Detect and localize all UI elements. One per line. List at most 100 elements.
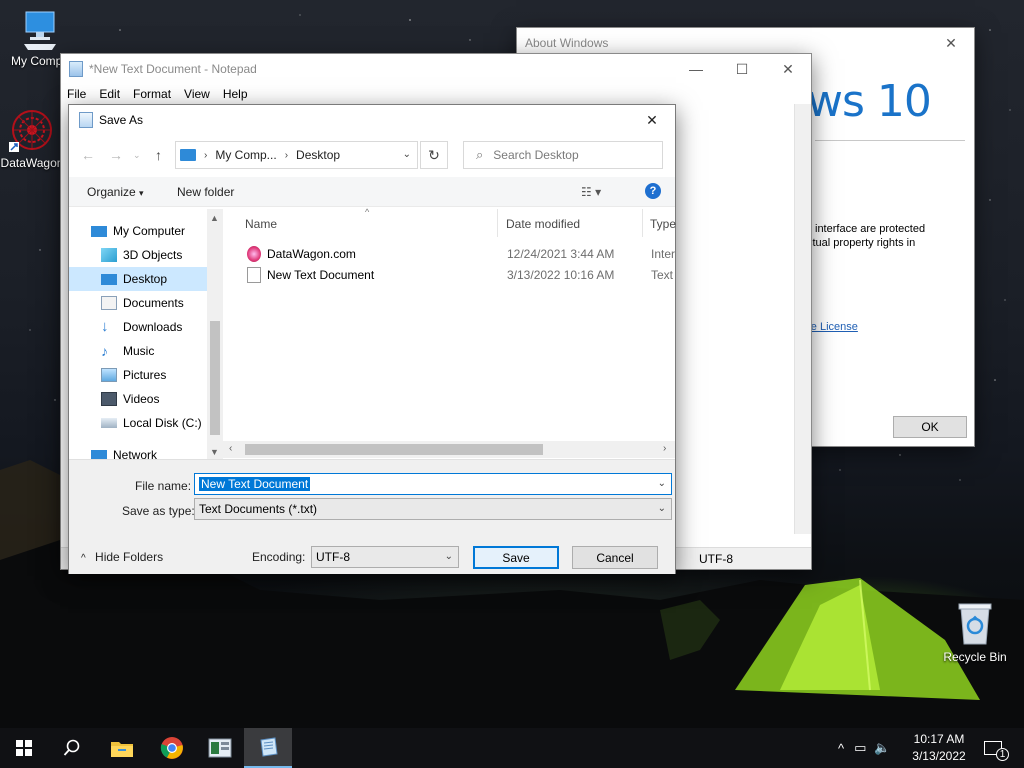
- notepad-taskbar-button[interactable]: [244, 728, 292, 768]
- chevron-down-icon[interactable]: ⌄: [658, 478, 666, 489]
- encoding-select[interactable]: UTF-8 ⌄: [311, 546, 459, 568]
- computer-icon: [24, 11, 56, 50]
- network-status-icon[interactable]: ▭: [854, 740, 866, 756]
- computer-icon: [91, 225, 107, 237]
- pictures-icon: [101, 368, 117, 382]
- back-arrow-icon[interactable]: ←: [81, 147, 95, 163]
- chrome-button[interactable]: [148, 728, 196, 768]
- column-header-date-modified[interactable]: Date modified: [506, 217, 580, 231]
- breadcrumb-desktop[interactable]: Desktop: [296, 148, 340, 162]
- menu-edit[interactable]: Edit: [99, 87, 120, 101]
- notification-center-button[interactable]: 1: [984, 728, 1015, 768]
- minimize-button[interactable]: —: [673, 54, 719, 84]
- nav-item-label: Documents: [123, 296, 184, 310]
- horizontal-scrollbar[interactable]: ‹ ›: [223, 441, 675, 458]
- nav-item-label: Music: [123, 344, 155, 358]
- new-folder-button[interactable]: New folder: [177, 185, 234, 199]
- encoding-value: UTF-8: [316, 550, 350, 564]
- desktop-folder-icon: [101, 273, 117, 285]
- chevron-down-icon: ▾: [139, 188, 144, 198]
- nav-item-3d-objects[interactable]: 3D Objects: [69, 243, 207, 267]
- start-button[interactable]: [0, 728, 48, 768]
- nav-scrollbar[interactable]: ▲ ▼: [207, 209, 223, 459]
- menu-help[interactable]: Help: [223, 87, 248, 101]
- file-name-input[interactable]: New Text Document ⌄: [194, 473, 672, 495]
- nav-item-my-computer[interactable]: My Computer: [69, 219, 207, 243]
- chevron-left-icon[interactable]: ‹: [229, 443, 232, 454]
- menu-file[interactable]: File: [67, 87, 86, 101]
- scrollbar-thumb[interactable]: [210, 321, 220, 435]
- file-name-value: New Text Document: [199, 477, 311, 491]
- chevron-down-icon[interactable]: ⌄: [445, 551, 453, 562]
- column-header-type[interactable]: Type: [650, 217, 676, 231]
- file-explorer-button[interactable]: [98, 728, 146, 768]
- nav-item-documents[interactable]: Documents: [69, 291, 207, 315]
- nav-item-downloads[interactable]: ↓ Downloads: [69, 315, 207, 339]
- desktop-icon-recycle-bin[interactable]: Recycle Bin: [935, 600, 1015, 664]
- cancel-button[interactable]: Cancel: [572, 546, 658, 569]
- vertical-scrollbar[interactable]: [794, 104, 811, 534]
- breadcrumb-my-computer[interactable]: My Comp...: [215, 148, 276, 162]
- hide-folders-button[interactable]: ^ Hide Folders: [81, 550, 163, 564]
- chevron-down-icon[interactable]: ⌄: [658, 503, 666, 514]
- chevron-right-icon[interactable]: ›: [663, 443, 666, 454]
- nav-item-music[interactable]: ♪ Music: [69, 339, 207, 363]
- nav-item-pictures[interactable]: Pictures: [69, 363, 207, 387]
- about-text-line: ctual property rights in: [807, 237, 916, 249]
- datawagon-icon: [9, 110, 52, 152]
- nav-item-desktop[interactable]: Desktop: [69, 267, 207, 291]
- file-name: New Text Document: [267, 268, 375, 282]
- volume-icon[interactable]: 🔈: [874, 740, 890, 756]
- chevron-down-icon[interactable]: ▼: [210, 447, 219, 457]
- search-button[interactable]: [48, 728, 96, 768]
- search-placeholder: Search Desktop: [493, 148, 579, 162]
- app-button[interactable]: [196, 728, 244, 768]
- documents-icon: [101, 296, 117, 310]
- save-as-title: Save As: [99, 113, 144, 127]
- file-date: 12/24/2021 3:44 AM: [507, 247, 615, 261]
- refresh-button[interactable]: ↻: [420, 141, 448, 169]
- chevron-down-icon[interactable]: ⌄: [403, 149, 411, 160]
- search-icon: ⌕: [476, 147, 484, 162]
- column-header-name[interactable]: Name: [245, 217, 277, 231]
- maximize-button[interactable]: ☐: [719, 54, 765, 84]
- file-row[interactable]: New Text Document 3/13/2022 10:16 AM Tex…: [239, 264, 675, 285]
- notepad-titlebar[interactable]: *New Text Document - Notepad — ☐ ✕: [61, 54, 811, 84]
- save-as-type-label: Save as type:: [122, 504, 195, 518]
- search-input[interactable]: ⌕ Search Desktop: [463, 141, 663, 169]
- save-options-area: File name: New Text Document ⌄ Save as t…: [69, 459, 675, 574]
- column-divider[interactable]: [642, 209, 643, 237]
- nav-item-label: Local Disk (C:): [123, 416, 202, 430]
- menu-view[interactable]: View: [184, 87, 210, 101]
- chevron-up-icon[interactable]: ▲: [210, 213, 219, 223]
- column-divider[interactable]: [497, 209, 498, 237]
- about-title: About Windows: [525, 36, 609, 50]
- close-button[interactable]: ✕: [928, 28, 974, 58]
- save-as-titlebar[interactable]: Save As ✕: [69, 105, 675, 135]
- ok-button[interactable]: OK: [893, 416, 967, 438]
- up-arrow-icon[interactable]: ↑: [155, 147, 162, 163]
- navigation-pane: My Computer 3D Objects Desktop Documents…: [69, 209, 223, 462]
- scrollbar-thumb[interactable]: [245, 444, 543, 455]
- clock[interactable]: 10:17 AM 3/13/2022: [904, 731, 974, 765]
- file-row[interactable]: DataWagon.com 12/24/2021 3:44 AM Intern: [239, 243, 675, 264]
- save-as-dialog[interactable]: Save As ✕ ← → ⌄ ↑ › My Comp... › Desktop…: [68, 104, 676, 574]
- computer-icon: [180, 149, 196, 161]
- help-icon[interactable]: ?: [645, 183, 661, 199]
- nav-item-local-disk[interactable]: Local Disk (C:): [69, 411, 207, 435]
- minimize-icon: —: [689, 61, 703, 77]
- view-options-icon[interactable]: ☷ ▾: [581, 185, 601, 199]
- nav-item-videos[interactable]: Videos: [69, 387, 207, 411]
- menu-format[interactable]: Format: [133, 87, 171, 101]
- address-bar[interactable]: › My Comp... › Desktop ⌄: [175, 141, 418, 169]
- forward-arrow-icon[interactable]: →: [109, 147, 123, 163]
- save-button[interactable]: Save: [473, 546, 559, 569]
- file-name-label: File name:: [135, 479, 192, 493]
- organize-button[interactable]: Organize ▾: [87, 185, 144, 199]
- search-icon: [63, 739, 80, 756]
- recent-dropdown-icon[interactable]: ⌄: [133, 150, 141, 161]
- save-as-type-select[interactable]: Text Documents (*.txt) ⌄: [194, 498, 672, 520]
- close-button[interactable]: ✕: [765, 54, 811, 84]
- close-button[interactable]: ✕: [629, 105, 675, 135]
- show-hidden-icons-icon[interactable]: ^: [838, 741, 844, 756]
